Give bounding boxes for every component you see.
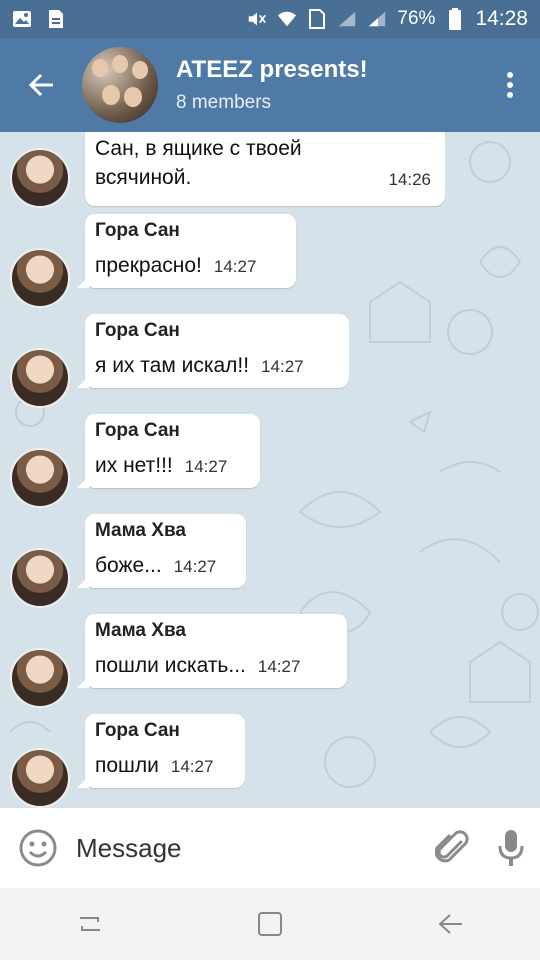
mute-icon xyxy=(247,10,267,28)
sender-avatar[interactable] xyxy=(10,748,70,808)
sender-avatar[interactable] xyxy=(10,148,70,208)
message-sender[interactable]: Гора Сан xyxy=(95,320,335,342)
message-time: 14:27 xyxy=(184,457,228,476)
sender-avatar[interactable] xyxy=(10,648,70,708)
message-text: я их там искал!! xyxy=(95,354,250,377)
message-bubble[interactable]: Гора Сан пошли 14:27 xyxy=(77,714,245,788)
home-button[interactable] xyxy=(240,904,300,944)
document-notification-icon xyxy=(46,10,66,28)
chat-title-block[interactable]: ATEEZ presents! 8 members xyxy=(176,56,368,114)
message-time: 14:27 xyxy=(173,557,217,576)
message-text: боже... xyxy=(95,554,162,577)
sender-avatar[interactable] xyxy=(10,548,70,608)
recent-apps-icon xyxy=(80,917,100,931)
message-text: пошли xyxy=(95,754,159,777)
recent-apps-button[interactable] xyxy=(60,904,120,944)
message-time: 14:27 xyxy=(213,257,257,276)
message-time: 14:27 xyxy=(261,357,304,376)
emoji-button[interactable] xyxy=(0,828,76,868)
message-bubble[interactable]: Сан, в ящике с твоей всячиной. 14:26 xyxy=(85,132,445,206)
message-bubble[interactable]: Гора Сан прекрасно! 14:27 xyxy=(77,214,296,288)
back-arrow-icon xyxy=(28,73,53,97)
sender-avatar[interactable] xyxy=(10,448,70,508)
message-sender[interactable]: Мама Хва xyxy=(95,520,232,542)
message-list[interactable]: Сан, в ящике с твоей всячиной. 14:26 Гор… xyxy=(0,132,540,808)
chat-header: ATEEZ presents! 8 members xyxy=(0,38,540,132)
battery-icon xyxy=(445,8,465,30)
status-time: 14:28 xyxy=(475,7,528,30)
system-back-button[interactable] xyxy=(420,904,480,944)
message-bubble[interactable]: Мама Хва пошли искать... 14:27 xyxy=(77,614,347,688)
more-vert-icon xyxy=(507,72,513,98)
signal-icon-2 xyxy=(367,10,387,28)
signal-icon xyxy=(337,10,357,28)
message-bubble[interactable]: Мама Хва боже... 14:27 xyxy=(77,514,246,588)
chat-title: ATEEZ presents! xyxy=(176,56,368,83)
message-sender[interactable]: Гора Сан xyxy=(95,420,246,442)
message-input[interactable] xyxy=(76,832,424,864)
message-sender[interactable]: Гора Сан xyxy=(95,720,231,742)
battery-percent: 76% xyxy=(397,8,436,29)
sim-icon xyxy=(307,9,327,29)
message-sender[interactable]: Мама Хва xyxy=(95,620,333,642)
message-time: 14:26 xyxy=(388,170,431,189)
status-bar: 76% 14:28 xyxy=(0,0,540,38)
system-nav-bar xyxy=(0,888,540,960)
message-time: 14:27 xyxy=(257,657,301,676)
attach-button[interactable] xyxy=(424,828,482,868)
sender-avatar[interactable] xyxy=(10,248,70,308)
composer xyxy=(0,808,540,888)
home-icon xyxy=(258,912,282,936)
message-bubble[interactable]: Гора Сан я их там искал!! 14:27 xyxy=(77,314,349,388)
microphone-icon xyxy=(498,830,524,866)
system-back-icon xyxy=(438,914,462,934)
message-text: пошли искать... xyxy=(95,654,246,677)
wifi-icon xyxy=(277,10,297,28)
message-text: прекрасно! xyxy=(95,254,202,277)
message-sender[interactable]: Гора Сан xyxy=(95,220,282,242)
paperclip-icon xyxy=(435,830,469,863)
more-options-button[interactable] xyxy=(480,38,540,132)
back-button[interactable] xyxy=(0,38,82,132)
message-bubble[interactable]: Гора Сан их нет!!! 14:27 xyxy=(77,414,260,488)
gallery-notification-icon xyxy=(12,10,32,28)
message-text: их нет!!! xyxy=(95,454,173,477)
message-time: 14:27 xyxy=(170,757,214,776)
members-count: 8 members xyxy=(176,92,272,113)
message-text: Сан, в ящике с твоей всячиной. xyxy=(95,137,302,189)
emoji-icon xyxy=(19,829,57,867)
sender-avatar[interactable] xyxy=(10,348,70,408)
group-avatar[interactable] xyxy=(82,47,158,123)
microphone-button[interactable] xyxy=(482,828,540,868)
